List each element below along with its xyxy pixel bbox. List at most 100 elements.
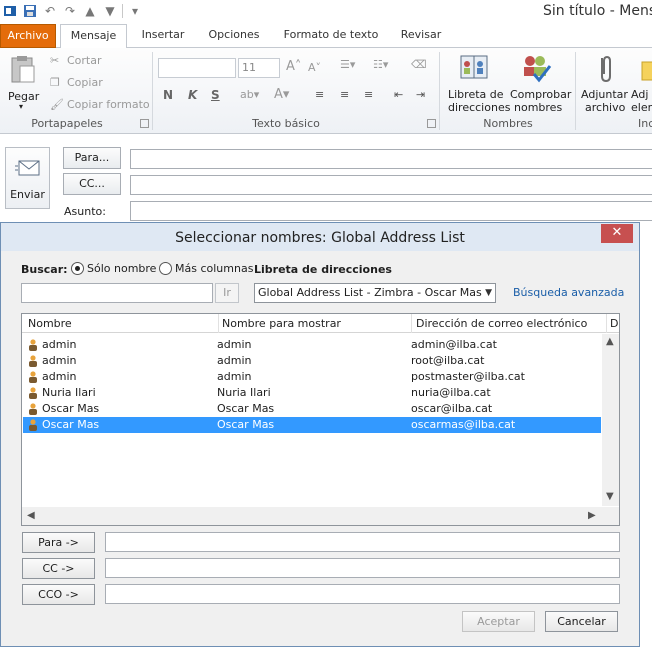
tab-archivo[interactable]: Archivo xyxy=(0,24,56,48)
shrink-font-icon[interactable]: A˅ xyxy=(308,61,321,74)
down-arrow-icon[interactable]: ▼ xyxy=(102,3,118,19)
advanced-search-link[interactable]: Búsqueda avanzada xyxy=(513,286,624,299)
bold-button[interactable]: N xyxy=(163,88,173,102)
clipboard-group-label: Portapapeles xyxy=(31,117,103,130)
list-item[interactable]: admin admin postmaster@ilba.cat xyxy=(23,369,601,385)
align-left-icon[interactable]: ≡ xyxy=(315,88,324,101)
format-painter-button[interactable]: Copiar formato xyxy=(67,98,150,111)
radio-name-only[interactable]: Sólo nombre xyxy=(71,262,156,275)
cell-email: admin@ilba.cat xyxy=(411,338,497,351)
tab-formato-de-texto[interactable]: Formato de texto xyxy=(278,24,384,48)
subject-field[interactable] xyxy=(130,201,652,221)
list-item[interactable]: admin admin admin@ilba.cat xyxy=(23,337,601,353)
close-icon[interactable]: ✕ xyxy=(601,224,633,243)
numbering-icon[interactable]: ☷▾ xyxy=(373,58,388,71)
cell-display-name: admin xyxy=(217,370,252,383)
font-name-combo[interactable] xyxy=(158,58,236,78)
add-to-button[interactable]: Para -> xyxy=(22,532,95,553)
bcc-recipients-field[interactable] xyxy=(105,584,620,604)
radio-more-columns-icon[interactable] xyxy=(159,262,172,275)
cc-field[interactable] xyxy=(130,175,652,195)
decrease-indent-icon[interactable]: ⇤ xyxy=(394,88,403,101)
list-item[interactable]: admin admin root@ilba.cat xyxy=(23,353,601,369)
font-size-combo[interactable]: 11 xyxy=(238,58,280,78)
copy-button[interactable]: Copiar xyxy=(67,76,103,89)
tab-revisar[interactable]: Revisar xyxy=(393,24,449,48)
cell-display-name: Oscar Mas xyxy=(217,418,275,431)
underline-button[interactable]: S xyxy=(211,88,220,102)
cc-recipients-field[interactable] xyxy=(105,558,620,578)
basic-text-launcher-icon[interactable] xyxy=(427,119,436,128)
to-button[interactable]: Para... xyxy=(63,147,121,169)
tab-insertar[interactable]: Insertar xyxy=(134,24,192,48)
copy-icon: ❐ xyxy=(50,76,60,89)
tab-mensaje[interactable]: Mensaje xyxy=(60,24,127,49)
scroll-right-icon[interactable]: ▶ xyxy=(588,510,596,521)
search-input[interactable] xyxy=(21,283,213,303)
cell-email: root@ilba.cat xyxy=(411,354,485,367)
names-list[interactable]: Nombre Nombre para mostrar Dirección de … xyxy=(21,313,620,526)
to-recipients-field[interactable] xyxy=(105,532,620,552)
cell-email: postmaster@ilba.cat xyxy=(411,370,525,383)
check-names-button[interactable]: Comprobar nombres xyxy=(508,50,571,114)
up-arrow-icon[interactable]: ▲ xyxy=(82,3,98,19)
undo-icon[interactable]: ↶ xyxy=(42,3,58,19)
list-item-selected[interactable]: Oscar Mas Oscar Mas oscarmas@ilba.cat xyxy=(23,417,601,433)
send-button[interactable]: Enviar xyxy=(5,147,50,209)
attach-item-button[interactable]: Adj elem xyxy=(630,50,652,114)
tab-opciones[interactable]: Opciones xyxy=(200,24,268,48)
cancel-button[interactable]: Cancelar xyxy=(545,611,618,632)
cc-button[interactable]: CC... xyxy=(63,173,121,195)
bullets-icon[interactable]: ☰▾ xyxy=(340,58,355,71)
attach-file-label-line2: archivo xyxy=(585,101,626,114)
align-center-icon[interactable]: ≡ xyxy=(340,88,349,101)
address-book-label-line1: Libreta de xyxy=(448,88,504,101)
highlight-icon[interactable]: ab▾ xyxy=(240,88,259,101)
attach-file-button[interactable]: Adjuntar archivo xyxy=(580,50,630,114)
column-header-name[interactable]: Nombre xyxy=(28,317,72,330)
chevron-down-icon[interactable]: ▼ xyxy=(485,284,492,302)
add-bcc-button[interactable]: CCO -> xyxy=(22,584,95,605)
select-names-dialog: Seleccionar nombres: Global Address List… xyxy=(0,222,640,647)
subject-label: Asunto: xyxy=(64,205,106,218)
address-book-label-line2: direcciones xyxy=(448,101,511,114)
scroll-up-icon[interactable]: ▲ xyxy=(606,336,614,347)
column-header-d[interactable]: D xyxy=(610,317,618,330)
go-button[interactable]: Ir xyxy=(215,283,239,303)
radio-name-only-icon[interactable] xyxy=(71,262,84,275)
cut-button[interactable]: Cortar xyxy=(67,54,102,67)
radio-name-only-label: Sólo nombre xyxy=(87,262,157,275)
column-header-email[interactable]: Dirección de correo electrónico xyxy=(416,317,587,330)
address-book-button[interactable]: Libreta de direcciones xyxy=(444,50,510,114)
vertical-scrollbar[interactable]: ▲ ▼ xyxy=(602,334,619,506)
address-book-select[interactable]: Global Address List - Zimbra - Oscar Mas… xyxy=(254,283,496,303)
increase-indent-icon[interactable]: ⇥ xyxy=(416,88,425,101)
scroll-left-icon[interactable]: ◀ xyxy=(27,510,35,521)
radio-more-columns[interactable]: Más columnas xyxy=(159,262,253,275)
window-title: Sin título - Mens xyxy=(543,3,652,19)
clear-format-icon[interactable]: ⌫ xyxy=(411,58,427,71)
font-color-icon[interactable]: A▾ xyxy=(274,87,289,102)
paperclip-icon xyxy=(601,55,611,83)
user-icon xyxy=(29,403,37,415)
to-field[interactable] xyxy=(130,149,652,169)
list-item[interactable]: Nuria Ilari Nuria Ilari nuria@ilba.cat xyxy=(23,385,601,401)
column-header-display-name[interactable]: Nombre para mostrar xyxy=(222,317,341,330)
add-cc-button[interactable]: CC -> xyxy=(22,558,95,579)
grow-font-icon[interactable]: A˄ xyxy=(286,59,301,74)
paste-button[interactable]: Pegar ▾ xyxy=(5,52,41,112)
compose-area: Enviar Para... CC... Asunto: xyxy=(0,135,652,225)
italic-button[interactable]: K xyxy=(188,88,197,102)
column-separator xyxy=(218,314,219,333)
user-icon xyxy=(29,419,37,431)
align-right-icon[interactable]: ≡ xyxy=(364,88,373,101)
customize-icon[interactable]: ▾ xyxy=(127,3,143,19)
save-icon[interactable] xyxy=(22,3,38,19)
redo-icon[interactable]: ↷ xyxy=(62,3,78,19)
horizontal-scrollbar[interactable]: ◀ ▶ xyxy=(22,507,619,525)
scroll-down-icon[interactable]: ▼ xyxy=(606,491,614,502)
outlook-icon[interactable] xyxy=(2,3,18,19)
clipboard-launcher-icon[interactable] xyxy=(140,119,149,128)
list-item[interactable]: Oscar Mas Oscar Mas oscar@ilba.cat xyxy=(23,401,601,417)
accept-button[interactable]: Aceptar xyxy=(462,611,535,632)
